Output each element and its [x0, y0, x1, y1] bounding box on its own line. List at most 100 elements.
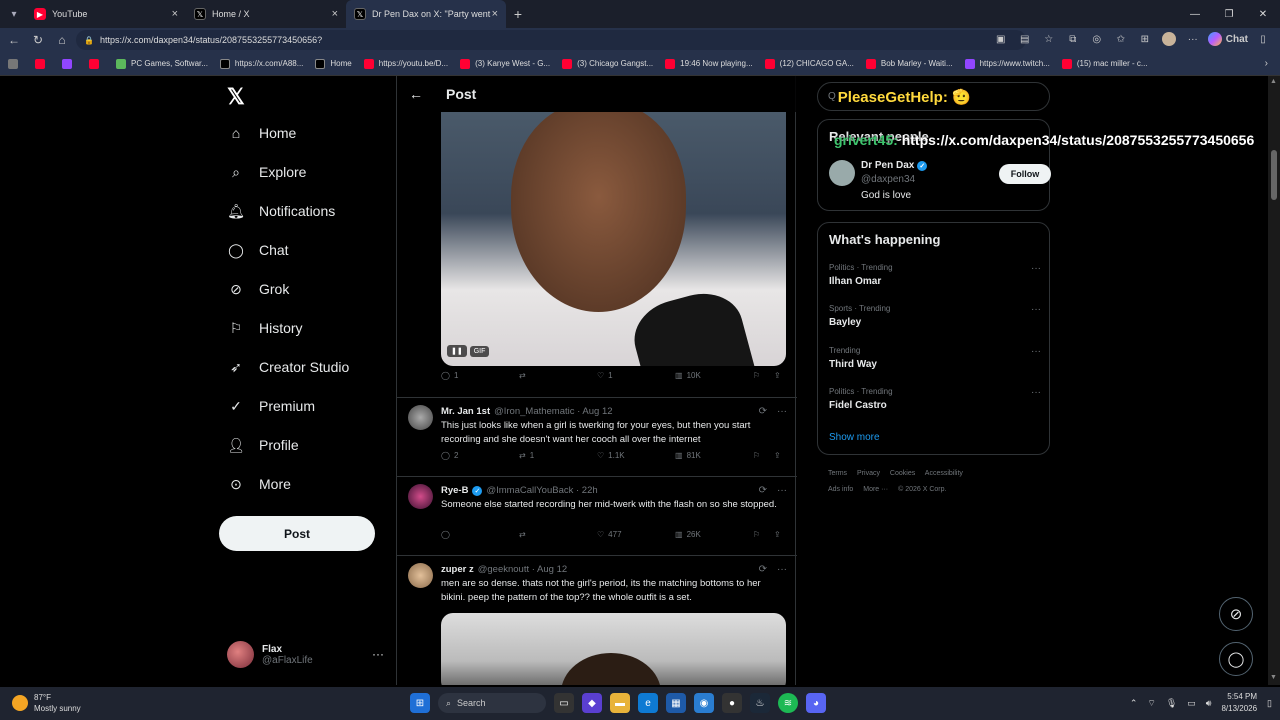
- reply-author[interactable]: Mr. Jan 1st: [441, 406, 490, 417]
- spotify-icon[interactable]: ≋: [778, 693, 798, 713]
- reply-media[interactable]: [441, 613, 786, 685]
- bookmark-item[interactable]: (3) Chicago Gangst...: [562, 58, 653, 69]
- bookmark-item[interactable]: Bob Marley - Waiti...: [865, 58, 953, 69]
- bookmark-item[interactable]: (3) Kanye West - G...: [460, 58, 550, 69]
- bookmark-item[interactable]: PC Games, Softwar...: [116, 58, 208, 69]
- more-dots-icon[interactable]: ···: [777, 406, 787, 417]
- more-dots-icon[interactable]: ···: [777, 485, 787, 496]
- windows-start-icon[interactable]: ⊞: [410, 693, 430, 713]
- favorite-icon[interactable]: ☆: [1040, 30, 1058, 48]
- tab-actions-icon[interactable]: ▾: [2, 4, 26, 24]
- clock[interactable]: 5:54 PM 8/13/2026: [1221, 691, 1257, 715]
- favorites-list-icon[interactable]: ✩: [1112, 30, 1130, 48]
- extensions-icon[interactable]: ⧉: [1064, 30, 1082, 48]
- nav-more[interactable]: ⊙ More: [227, 475, 291, 493]
- store-icon[interactable]: ▦: [666, 693, 686, 713]
- refresh-icon[interactable]: ↻: [26, 33, 50, 47]
- bookmark-item[interactable]: Home: [315, 58, 352, 69]
- footer-link[interactable]: Privacy: [857, 470, 880, 477]
- tab-youtube[interactable]: ▶ YouTube ×: [26, 0, 186, 28]
- bookmark-item[interactable]: https://youtu.be/D...: [363, 58, 448, 69]
- avatar[interactable]: [829, 160, 855, 186]
- chat-fab-button[interactable]: ◯: [1219, 642, 1253, 676]
- reply-button[interactable]: ◯ 1: [441, 371, 458, 380]
- trend-item[interactable]: Sports · Trending Bayley ···: [829, 304, 1041, 328]
- like-button[interactable]: ♡ 1.1K: [597, 451, 625, 460]
- like-button[interactable]: ♡ 477: [597, 530, 622, 539]
- obs-icon[interactable]: ●: [722, 693, 742, 713]
- scrollbar-thumb[interactable]: [1271, 150, 1277, 200]
- post-gif[interactable]: ❚❚ GIF: [441, 112, 786, 366]
- reply-button[interactable]: ◯: [441, 530, 450, 539]
- nav-history[interactable]: ⚐ History: [227, 319, 303, 337]
- search-input[interactable]: Q PleaseGetHelp: 🫡: [817, 82, 1050, 111]
- bookmark-icon[interactable]: ⚐: [753, 530, 760, 539]
- post-button[interactable]: Post: [219, 516, 375, 551]
- more-dots-icon[interactable]: ···: [372, 647, 384, 661]
- share-icon[interactable]: ⇪: [774, 530, 781, 539]
- reply-button[interactable]: ◯ 2: [441, 451, 458, 460]
- x-logo-icon[interactable]: 𝕏: [227, 84, 245, 110]
- steam-icon[interactable]: ♨: [750, 693, 770, 713]
- bookmark-icon[interactable]: ⚐: [753, 451, 760, 460]
- file-explorer-icon[interactable]: ▬: [610, 693, 630, 713]
- bookmark-item[interactable]: [35, 58, 50, 69]
- bookmark-item[interactable]: (12) CHICAGO GA...: [764, 58, 854, 69]
- page-scrollbar[interactable]: ▲ ▼: [1268, 76, 1280, 685]
- back-arrow-icon[interactable]: ←: [409, 86, 429, 102]
- grok-icon[interactable]: ⟳: [759, 485, 767, 496]
- footer-link[interactable]: More ···: [863, 486, 888, 493]
- chevron-up-icon[interactable]: ⌃: [1130, 698, 1138, 709]
- show-more-link[interactable]: Show more: [829, 432, 880, 443]
- home-icon[interactable]: ⌂: [50, 33, 74, 47]
- collections-icon[interactable]: ⊞: [1136, 30, 1154, 48]
- trend-item[interactable]: Politics · Trending Fidel Castro ···: [829, 387, 1041, 411]
- nav-creator-studio[interactable]: ➶ Creator Studio: [227, 358, 349, 376]
- back-icon[interactable]: ←: [2, 33, 26, 47]
- bookmark-icon[interactable]: ⚐: [753, 371, 760, 380]
- url-field[interactable]: 🔒 https://x.com/daxpen34/status/20875532…: [76, 30, 1026, 50]
- chevron-right-icon[interactable]: ›: [1265, 58, 1268, 69]
- views-button[interactable]: ▥ 81K: [675, 451, 701, 460]
- reply-tweet[interactable]: Mr. Jan 1st @Iron_Mathematic · Aug 12 ⟳ ·…: [397, 398, 797, 475]
- account-switcher[interactable]: Flax @aFlaxLife ···: [227, 641, 384, 668]
- discord-icon[interactable]: ◕: [806, 693, 826, 713]
- more-dots-icon[interactable]: ···: [1031, 387, 1041, 398]
- reply-author[interactable]: zuper z: [441, 564, 474, 575]
- avatar[interactable]: [408, 405, 433, 430]
- footer-link[interactable]: Terms: [828, 470, 847, 477]
- reply-author[interactable]: Rye-B: [441, 485, 468, 496]
- footer-link[interactable]: Cookies: [890, 470, 915, 477]
- close-icon[interactable]: ×: [172, 8, 178, 20]
- tab-post[interactable]: 𝕏 Dr Pen Dax on X: "Party went wron ×: [346, 0, 506, 28]
- taskbar-search[interactable]: ⌕ Search: [438, 693, 546, 713]
- pause-icon[interactable]: ❚❚: [447, 345, 467, 357]
- trend-item[interactable]: Politics · Trending Ilhan Omar ···: [829, 263, 1041, 287]
- bookmark-item[interactable]: https://www.twitch...: [964, 58, 1050, 69]
- grok-fab-button[interactable]: ⊘: [1219, 597, 1253, 631]
- new-tab-button[interactable]: +: [506, 6, 530, 22]
- nav-home[interactable]: ⌂ Home: [227, 124, 297, 142]
- copilot-app-icon[interactable]: ◆: [582, 693, 602, 713]
- nav-profile[interactable]: 👤︎ Profile: [227, 436, 299, 454]
- grok-icon[interactable]: ⟳: [759, 564, 767, 575]
- repost-button[interactable]: ⇄: [519, 371, 526, 380]
- bookmark-item[interactable]: (15) mac miller - c...: [1061, 58, 1148, 69]
- more-dots-icon[interactable]: ···: [1031, 346, 1041, 357]
- nav-explore[interactable]: ⌕ Explore: [227, 163, 306, 181]
- mic-icon[interactable]: 🎙︎: [1166, 698, 1177, 709]
- sidebar-toggle-icon[interactable]: ▯: [1254, 30, 1272, 48]
- more-dots-icon[interactable]: ···: [777, 564, 787, 575]
- scroll-down-icon[interactable]: ▼: [1270, 674, 1277, 681]
- edge-icon[interactable]: e: [638, 693, 658, 713]
- volume-icon[interactable]: 🔊︎: [1206, 698, 1212, 709]
- menu-icon[interactable]: ···: [1184, 30, 1202, 48]
- nav-grok[interactable]: ⊘ Grok: [227, 280, 289, 298]
- bookmark-item[interactable]: [89, 58, 104, 69]
- reply-tweet[interactable]: Rye-B ✓ @ImmaCallYouBack · 22h ⟳ ··· Some…: [397, 477, 797, 555]
- notification-bell-icon[interactable]: ▯: [1267, 698, 1272, 709]
- footer-link[interactable]: Ads info: [828, 486, 853, 493]
- network-icon[interactable]: ⌔: [1147, 698, 1155, 709]
- repost-button[interactable]: ⇄ 1: [519, 451, 534, 460]
- nav-chat[interactable]: ◯ Chat: [227, 241, 288, 259]
